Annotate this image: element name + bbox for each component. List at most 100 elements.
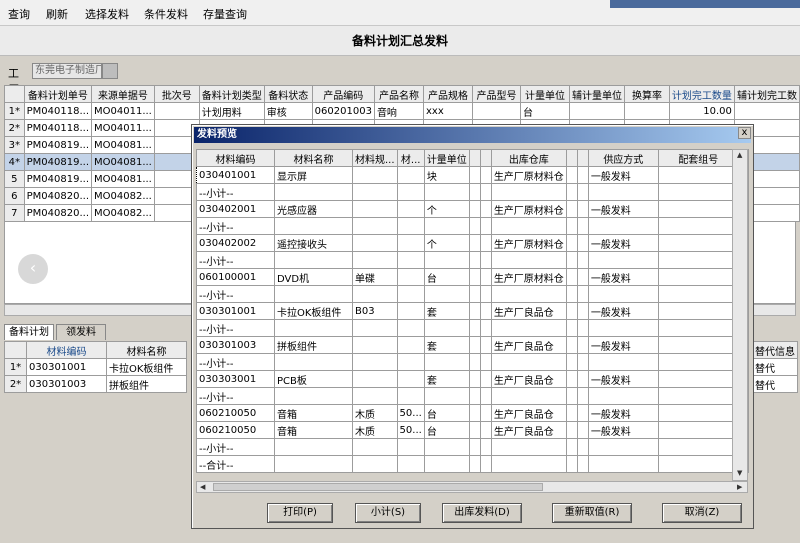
table-row[interactable]: --小计--: [196, 438, 749, 456]
table-row[interactable]: 030303001 PCB板 套 生产厂良品仓 一般发料: [196, 370, 749, 388]
preview-horizontal-scrollbar[interactable]: ◀ ▶: [196, 481, 748, 493]
table-row[interactable]: 060210050 音箱 木质 50... 台 生产厂良品仓 一般发料: [196, 404, 749, 422]
cell: [565, 455, 578, 473]
preview-grid-col-7[interactable]: 出库仓库: [490, 149, 567, 167]
scroll-left-icon[interactable]: ‹: [18, 254, 48, 284]
preview-grid-col-6[interactable]: [479, 149, 492, 167]
preview-grid-col-3[interactable]: 材...: [396, 149, 425, 167]
cell: 台: [423, 268, 470, 286]
menu-select-issue[interactable]: 选择发料: [85, 6, 129, 22]
menu-stock-query[interactable]: 存量查询: [203, 6, 247, 22]
preview-vertical-scrollbar[interactable]: ▲ ▼: [732, 149, 748, 481]
preview-grid-col-11[interactable]: 配套组号: [657, 149, 739, 167]
cell: [352, 370, 398, 388]
table-row[interactable]: --小计--: [196, 217, 749, 235]
table-row[interactable]: 2* 030301003 拼板组件: [4, 375, 187, 393]
factory-lookup-button[interactable]: [102, 63, 118, 79]
table-row[interactable]: 030401001 显示屏 块 生产厂原材料仓 一般发料: [196, 166, 749, 184]
table-row[interactable]: --合计--: [196, 455, 749, 473]
table-row[interactable]: 060210050 音箱 木质 50... 台 生产厂良品仓 一般发料: [196, 421, 749, 439]
preview-grid-col-0[interactable]: 材料编码: [196, 149, 275, 167]
cell: [468, 455, 481, 473]
preview-grid-col-2[interactable]: 材料规...: [352, 149, 398, 167]
plan-grid-col-13[interactable]: 计划完工数量: [668, 85, 735, 103]
table-row[interactable]: 1* PM040118... MO04011... 计划用料 审核 060201003 音响…: [4, 102, 800, 120]
window-corner: [610, 0, 800, 8]
material-grid-col-code[interactable]: 材料编码: [26, 341, 107, 359]
table-row[interactable]: 030402001 光感应器 个 生产厂原材料仓 一般发料: [196, 200, 749, 218]
plan-grid-col-10[interactable]: 计量单位: [519, 85, 571, 103]
scroll-down-icon[interactable]: ▼: [737, 469, 742, 477]
table-row[interactable]: --小计--: [196, 183, 749, 201]
preview-grid-col-5[interactable]: [468, 149, 481, 167]
preview-grid-col-10[interactable]: 供应方式: [587, 149, 659, 167]
cell: 台: [423, 404, 470, 422]
print-button[interactable]: 打印(P): [267, 503, 333, 523]
cell: 个: [423, 200, 470, 218]
cell: [423, 438, 470, 456]
tab-issue[interactable]: 领发料: [56, 324, 106, 340]
material-grid-col-name[interactable]: 材料名称: [106, 341, 187, 359]
plan-grid-col-6[interactable]: 产品编码: [311, 85, 375, 103]
refetch-button[interactable]: 重新取值(R): [552, 503, 632, 523]
menu-condition-issue[interactable]: 条件发料: [144, 6, 188, 22]
cell: [423, 387, 470, 405]
cell: [479, 370, 492, 388]
plan-grid-col-5[interactable]: 备料状态: [263, 85, 313, 103]
table-row[interactable]: 030301001 卡拉OK板组件 B03 套 生产厂良品仓 一般发料: [196, 302, 749, 320]
cancel-button[interactable]: 取消(Z): [662, 503, 742, 523]
plan-grid-col-14[interactable]: 辅计划完工数: [733, 85, 800, 103]
cell: [396, 319, 425, 337]
cell: --小计--: [196, 353, 275, 371]
plan-grid-col-7[interactable]: 产品名称: [373, 85, 425, 103]
plan-grid-col-1[interactable]: 备料计划单号: [23, 85, 93, 103]
preview-grid-col-8[interactable]: [565, 149, 578, 167]
plan-grid-col-9[interactable]: 产品型号: [472, 85, 521, 103]
plan-grid-col-11[interactable]: 辅计量单位: [569, 85, 626, 103]
plan-grid-col-0[interactable]: [4, 85, 25, 103]
menu-refresh[interactable]: 刷新: [46, 6, 68, 22]
cell: [657, 370, 739, 388]
table-row[interactable]: 替代: [752, 358, 798, 376]
plan-grid-col-12[interactable]: 换算率: [624, 85, 670, 103]
row-number: 1*: [4, 358, 27, 376]
scroll-right-arrow-icon[interactable]: ▶: [737, 483, 742, 491]
tab-plan[interactable]: 备料计划: [4, 324, 54, 340]
cell: [657, 217, 739, 235]
table-row[interactable]: 1* 030301001 卡拉OK板组件: [4, 358, 187, 376]
cell: --小计--: [196, 438, 275, 456]
scroll-thumb[interactable]: [213, 483, 543, 491]
cell: [587, 285, 659, 303]
cell: [352, 285, 398, 303]
factory-input[interactable]: 东莞电子制造厂: [32, 63, 102, 79]
scroll-up-icon[interactable]: ▲: [737, 151, 742, 159]
scroll-left-arrow-icon[interactable]: ◀: [200, 483, 205, 491]
menu-query[interactable]: 查询: [8, 6, 30, 22]
table-row[interactable]: --小计--: [196, 387, 749, 405]
preview-grid-col-9[interactable]: [576, 149, 589, 167]
issue-out-button[interactable]: 出库发料(D): [442, 503, 522, 523]
plan-grid-col-2[interactable]: 来源单据号: [91, 85, 155, 103]
table-row[interactable]: --小计--: [196, 353, 749, 371]
plan-grid-col-4[interactable]: 备料计划类型: [198, 85, 265, 103]
table-row[interactable]: --小计--: [196, 319, 749, 337]
preview-grid-col-4[interactable]: 计量单位: [423, 149, 470, 167]
cell: [274, 353, 353, 371]
plan-grid-col-8[interactable]: 产品规格: [422, 85, 474, 103]
substitute-grid: 替代信息 替代 替代: [752, 341, 798, 393]
subtotal-button[interactable]: 小计(S): [355, 503, 421, 523]
table-row[interactable]: 替代: [752, 375, 798, 393]
table-row[interactable]: --小计--: [196, 285, 749, 303]
cell: [396, 234, 425, 252]
cell: 生产厂原材料仓: [490, 234, 567, 252]
substitute-header[interactable]: 替代信息: [752, 341, 798, 359]
cell: [587, 251, 659, 269]
preview-grid-col-1[interactable]: 材料名称: [274, 149, 353, 167]
plan-grid-col-3[interactable]: 批次号: [153, 85, 200, 103]
table-row[interactable]: 060100001 DVD机 单碟 台 生产厂原材料仓 一般发料: [196, 268, 749, 286]
table-row[interactable]: 030402002 遥控接收头 个 生产厂原材料仓 一般发料: [196, 234, 749, 252]
table-row[interactable]: 030301003 拼板组件 套 生产厂良品仓 一般发料: [196, 336, 749, 354]
cell: [479, 421, 492, 439]
close-icon[interactable]: x: [738, 127, 751, 139]
table-row[interactable]: --小计--: [196, 251, 749, 269]
